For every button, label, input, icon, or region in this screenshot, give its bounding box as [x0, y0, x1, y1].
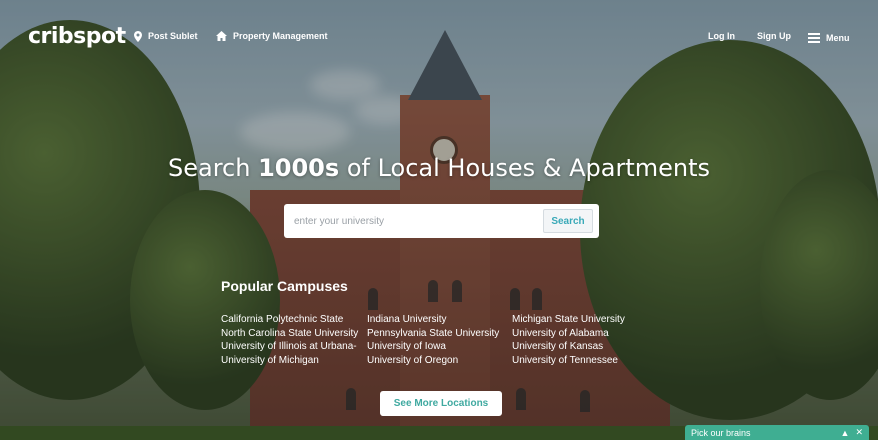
campus-link[interactable]: University of Oregon: [367, 354, 499, 368]
hero-title-bold: 1000s: [258, 154, 340, 182]
post-sublet-link[interactable]: Post Sublet: [134, 31, 198, 42]
campus-link[interactable]: University of Alabama: [512, 327, 625, 341]
home-icon: [216, 31, 227, 41]
map-pin-icon: [134, 31, 142, 42]
campus-link[interactable]: Michigan State University: [512, 313, 625, 327]
campus-column-1: California Polytechnic State North Carol…: [221, 313, 358, 367]
campus-link[interactable]: California Polytechnic State: [221, 313, 358, 327]
university-search-input[interactable]: [284, 204, 534, 238]
hamburger-icon: [808, 31, 820, 45]
sign-up-link[interactable]: Sign Up: [757, 31, 791, 41]
log-in-link[interactable]: Log In: [708, 31, 735, 41]
campus-link[interactable]: Indiana University: [367, 313, 499, 327]
property-management-label: Property Management: [233, 31, 328, 41]
campus-column-3: Michigan State University University of …: [512, 313, 625, 367]
search-button[interactable]: Search: [543, 209, 593, 233]
post-sublet-label: Post Sublet: [148, 31, 198, 41]
hero-title: Search 1000s of Local Houses & Apartment…: [0, 154, 878, 182]
menu-button[interactable]: Menu: [808, 31, 850, 45]
campus-link[interactable]: North Carolina State University: [221, 327, 358, 341]
campus-link[interactable]: Pennsylvania State University: [367, 327, 499, 341]
campus-link[interactable]: University of Kansas: [512, 340, 625, 354]
campus-link[interactable]: University of Iowa: [367, 340, 499, 354]
campus-link[interactable]: University of Illinois at Urbana-: [221, 340, 358, 354]
hero-title-prefix: Search: [167, 154, 251, 182]
top-nav: cribspot Post Sublet Property Management…: [0, 0, 878, 72]
campus-link[interactable]: University of Tennessee: [512, 354, 625, 368]
popular-campuses-heading: Popular Campuses: [221, 278, 348, 294]
property-management-link[interactable]: Property Management: [216, 31, 328, 41]
menu-label: Menu: [826, 33, 850, 43]
search-bar: Search: [284, 204, 599, 238]
logo[interactable]: cribspot: [28, 24, 126, 49]
campus-column-2: Indiana University Pennsylvania State Un…: [367, 313, 499, 367]
see-more-locations-button[interactable]: See More Locations: [380, 391, 502, 416]
chat-label: Pick our brains: [691, 427, 751, 438]
chat-widget[interactable]: Pick our brains ▲ ✕: [685, 425, 869, 440]
close-icon[interactable]: ✕: [855, 427, 863, 438]
chevron-up-icon[interactable]: ▲: [841, 428, 850, 438]
campus-link[interactable]: University of Michigan: [221, 354, 358, 368]
hero-title-suffix: of Local Houses & Apartments: [346, 154, 710, 182]
